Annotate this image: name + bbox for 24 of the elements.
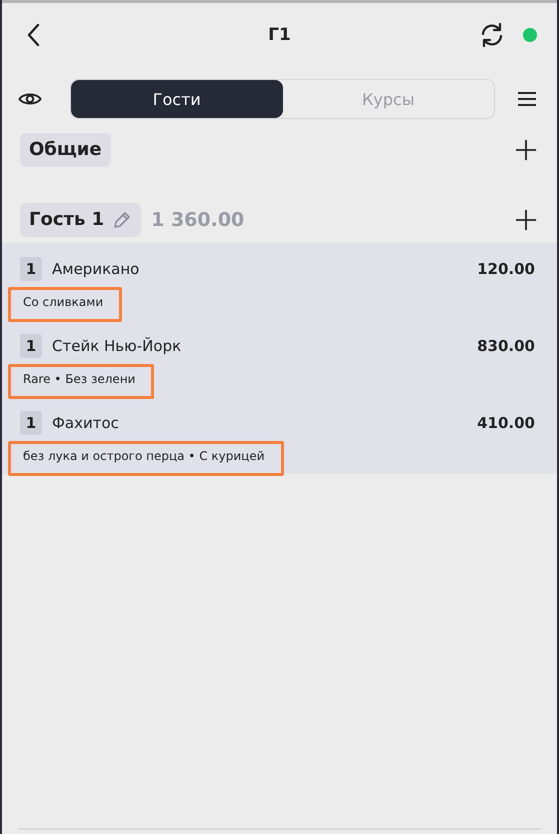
tab[interactable]: Гости [71, 80, 282, 118]
item-name[interactable]: Фахитос [52, 414, 119, 432]
add-icon[interactable] [515, 209, 537, 231]
quantity-badge: 1 [20, 257, 42, 281]
modifier-text: Со сливками [23, 295, 104, 309]
section-chip[interactable]: Общие [20, 133, 111, 167]
item-price: 120.00 [477, 260, 535, 278]
quantity-badge: 1 [20, 334, 42, 358]
item-price: 830.00 [477, 337, 535, 355]
eye-icon[interactable] [18, 91, 42, 107]
item-name[interactable]: Стейк Нью-Йорк [52, 337, 182, 355]
modifier-text: без лука и острого перца • С курицей [23, 449, 265, 463]
item-price: 410.00 [477, 414, 535, 432]
guest-chip[interactable]: Гость 1 [20, 203, 142, 237]
item-name[interactable]: Американо [52, 260, 140, 278]
guest-total: 1 360.00 [151, 209, 244, 231]
quantity-badge: 1 [20, 411, 42, 435]
back-icon[interactable] [26, 23, 40, 47]
add-icon[interactable] [515, 139, 537, 161]
guest-name: Гость 1 [29, 209, 104, 231]
window-title: Г1 [267, 25, 292, 45]
sync-icon[interactable] [479, 22, 505, 48]
modifier-text: Rare • Без зелени [23, 372, 136, 386]
menu-icon[interactable] [517, 91, 537, 107]
